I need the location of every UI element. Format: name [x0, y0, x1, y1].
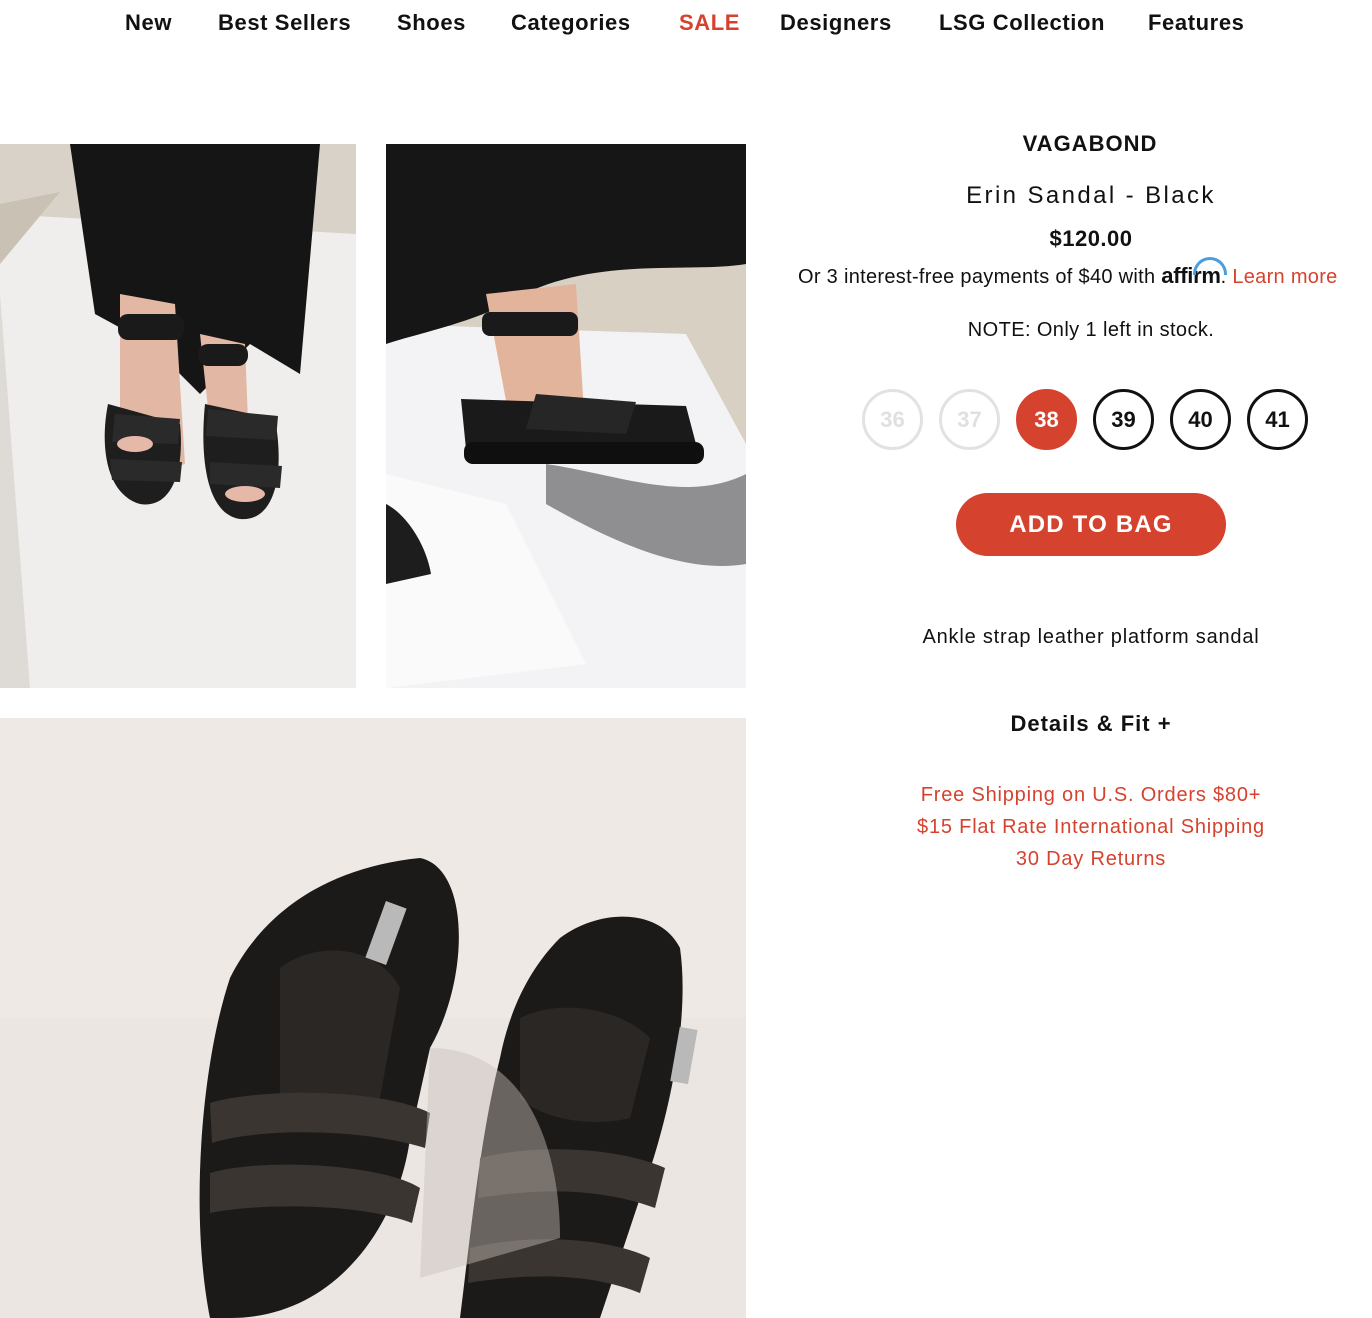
affirm-financing-line: Or 3 interest-free payments of $40 with …	[798, 257, 1338, 289]
size-selector: 36 37 38 39 40 41	[862, 389, 1322, 451]
nav-item-categories[interactable]: Categories	[511, 10, 631, 36]
affirm-learn-more-link[interactable]: Learn more	[1232, 266, 1337, 288]
main-navigation: New Best Sellers Shoes Categories SALE D…	[0, 0, 1372, 48]
affirm-text: Or 3 interest-free payments of $40 with	[798, 266, 1156, 288]
product-photo-front	[0, 144, 356, 688]
product-description: Ankle strap leather platform sandal	[922, 626, 1260, 648]
product-image-front[interactable]	[0, 144, 356, 688]
size-option-40[interactable]: 40	[1170, 389, 1231, 450]
stock-note: NOTE: Only 1 left in stock.	[967, 319, 1215, 341]
product-brand[interactable]: VAGABOND	[769, 131, 1372, 157]
size-option-36[interactable]: 36	[862, 389, 923, 450]
product-photo-side	[386, 144, 746, 688]
details-fit-toggle[interactable]: Details & Fit +	[770, 711, 1372, 737]
size-option-37[interactable]: 37	[939, 389, 1000, 450]
nav-item-shoes[interactable]: Shoes	[397, 10, 466, 36]
nav-item-designers[interactable]: Designers	[780, 10, 892, 36]
nav-item-best-sellers[interactable]: Best Sellers	[218, 10, 351, 36]
product-title: Erin Sandal - Black	[966, 182, 1216, 209]
product-price: $120.00	[1049, 226, 1133, 251]
shipping-info-international: $15 Flat Rate International Shipping	[917, 816, 1265, 838]
nav-item-features[interactable]: Features	[1148, 10, 1245, 36]
size-option-38[interactable]: 38	[1016, 389, 1077, 450]
nav-item-lsg-collection[interactable]: LSG Collection	[939, 10, 1105, 36]
product-image-pair[interactable]	[0, 718, 746, 1318]
shipping-info-returns: 30 Day Returns	[1015, 848, 1167, 870]
add-to-bag-button[interactable]: ADD TO BAG	[956, 493, 1226, 556]
nav-item-new[interactable]: New	[125, 10, 172, 36]
nav-item-sale[interactable]: SALE	[679, 10, 740, 36]
shipping-info-free-us: Free Shipping on U.S. Orders $80+	[920, 784, 1262, 806]
affirm-arc-icon	[1192, 257, 1227, 275]
affirm-logo: affirm	[1161, 257, 1227, 288]
product-image-side[interactable]	[386, 144, 746, 688]
size-option-41[interactable]: 41	[1247, 389, 1308, 450]
product-photo-pair	[0, 718, 746, 1318]
size-option-39[interactable]: 39	[1093, 389, 1154, 450]
